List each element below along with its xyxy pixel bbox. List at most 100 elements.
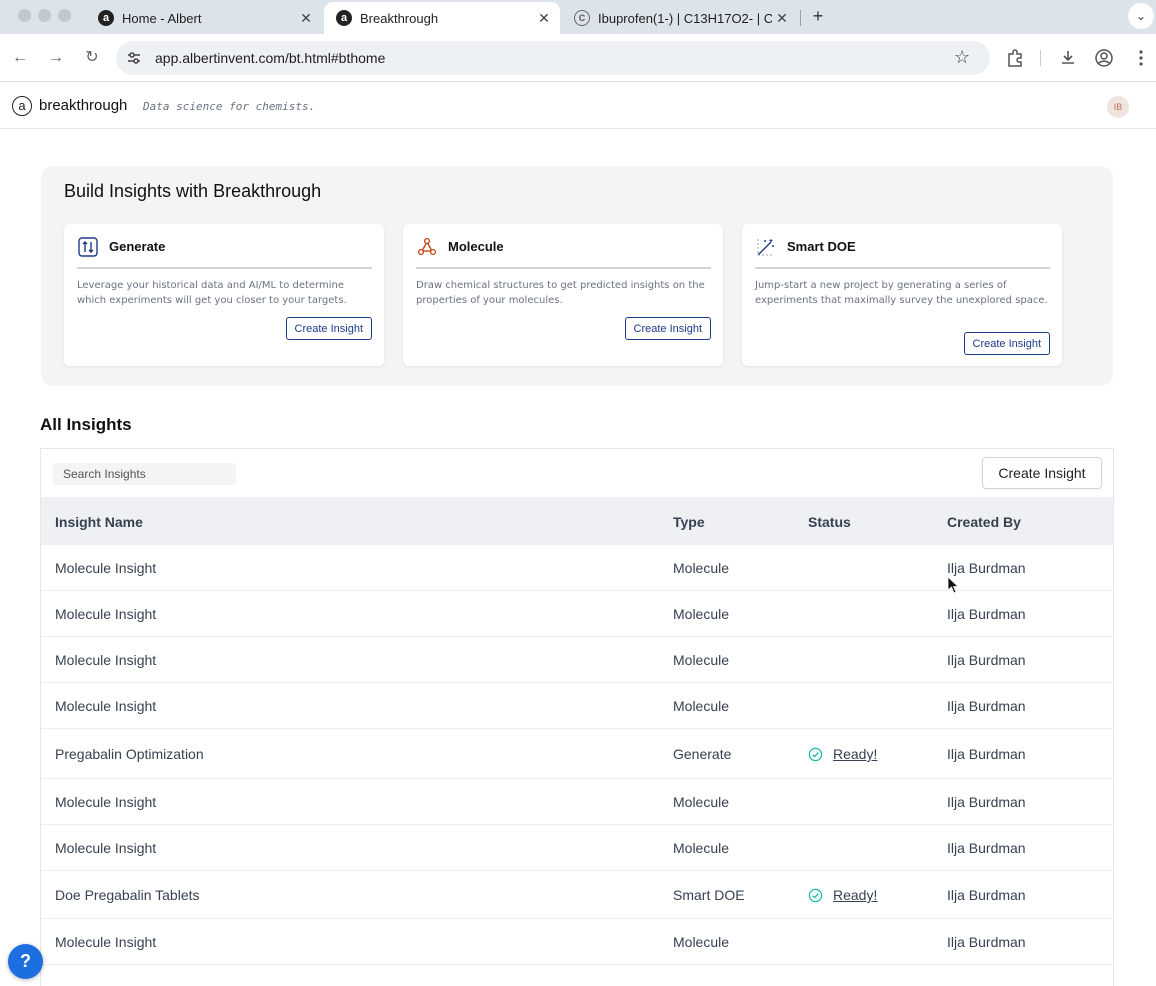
toolbar-divider (1040, 50, 1041, 66)
molecule-create-insight-button[interactable]: Create Insight (624, 317, 711, 340)
smart-doe-create-insight-button[interactable]: Create Insight (963, 332, 1050, 355)
created-by-cell: Ilja Burdman (947, 840, 1026, 856)
table-row[interactable]: Molecule Insight Molecule Ilja Burdman (41, 683, 1113, 729)
generate-icon (78, 237, 98, 257)
forward-arrow-icon[interactable]: → (44, 46, 68, 70)
created-by-cell: Ilja Burdman (947, 794, 1026, 810)
card-title: Molecule (448, 239, 504, 254)
site-settings-icon[interactable] (126, 50, 142, 66)
column-header-type[interactable]: Type (673, 514, 705, 530)
insight-name-cell[interactable]: Pregabalin Optimization (55, 746, 204, 762)
search-input[interactable] (53, 463, 236, 485)
insight-type-cell: Generate (673, 746, 732, 762)
insight-type-cell: Molecule (673, 560, 730, 576)
build-insights-title: Build Insights with Breakthrough (64, 181, 322, 201)
created-by-cell: Ilja Burdman (947, 934, 1026, 950)
reload-icon[interactable]: ↻ (80, 46, 104, 70)
created-by-cell: Ilja Burdman (947, 606, 1026, 622)
build-insights-panel: Build Insights with Breakthrough Generat… (41, 166, 1113, 386)
generate-create-insight-button[interactable]: Create Insight (285, 317, 372, 340)
card-title: Generate (109, 239, 166, 254)
table-row[interactable]: Molecule Insight Molecule Ilja Burdman (41, 825, 1113, 871)
insight-type-cell: Molecule (673, 840, 730, 856)
card-header: Molecule (416, 237, 711, 269)
albert-a-icon: a (98, 10, 114, 26)
browser-tab-breakthrough[interactable]: a Breakthrough ✕ (324, 2, 560, 34)
table-row[interactable]: Molecule Insight Molecule Ilja Burdman (41, 591, 1113, 637)
insight-name-cell[interactable]: Molecule Insight (55, 606, 156, 622)
card-title: Smart DOE (787, 239, 856, 254)
tab-title: Home - Albert (122, 10, 202, 26)
insight-name-cell[interactable]: Molecule Insight (55, 840, 156, 856)
window-minimize-button[interactable] (38, 9, 51, 22)
check-circle-icon (808, 747, 823, 762)
new-tab-button[interactable]: + (808, 4, 828, 28)
insight-name-cell[interactable]: Molecule Insight (55, 794, 156, 810)
address-bar[interactable]: app.albertinvent.com/bt.html#bthome ☆ (116, 41, 990, 75)
column-header-insight-name[interactable]: Insight Name (55, 514, 143, 530)
insight-name-cell[interactable]: Molecule Insight (55, 560, 156, 576)
more-menu-icon[interactable] (1131, 48, 1151, 68)
breakthrough-logo-icon[interactable]: a (12, 96, 32, 116)
check-circle-icon (808, 888, 823, 903)
insight-name-cell[interactable]: Molecule Insight (55, 652, 156, 668)
user-avatar[interactable]: IB (1107, 96, 1129, 118)
created-by-cell: Ilja Burdman (947, 652, 1026, 668)
insight-type-cell: Molecule (673, 652, 730, 668)
table-header: Insight Name Type Status Created By (41, 497, 1113, 545)
create-insight-button[interactable]: Create Insight (982, 457, 1102, 489)
brand-name[interactable]: breakthrough (39, 97, 127, 114)
created-by-cell: Ilja Burdman (947, 887, 1026, 903)
insights-table: Create Insight Insight Name Type Status … (40, 448, 1114, 986)
card-description: Leverage your historical data and AI/ML … (77, 280, 347, 306)
tab-title: Ibuprofen(1-) | C13H17O2- | C (598, 10, 772, 26)
created-by-cell: Ilja Burdman (947, 698, 1026, 714)
bookmark-star-icon[interactable]: ☆ (954, 47, 970, 68)
close-icon[interactable]: ✕ (296, 10, 316, 27)
close-icon[interactable]: ✕ (534, 10, 554, 27)
tab-divider (800, 10, 801, 26)
browser-tab-strip: a Home - Albert ✕ a Breakthrough ✕ C Ibu… (0, 0, 1156, 34)
insight-name-cell[interactable]: Doe Pregabalin Tablets (55, 887, 200, 903)
profile-icon[interactable] (1094, 48, 1114, 68)
card-description: Draw chemical structures to get predicte… (416, 280, 705, 306)
table-row[interactable]: Pregabalin Optimization Generate Ready! Ilj… (41, 729, 1113, 779)
app-header: a breakthrough Data science for chemists… (0, 83, 1156, 129)
status-ready-link[interactable]: Ready! (833, 746, 877, 762)
albert-a-icon: a (336, 10, 352, 26)
tab-search-button[interactable]: ⌄ (1128, 3, 1154, 29)
browser-tab-home[interactable]: a Home - Albert ✕ (86, 2, 322, 34)
created-by-cell: Ilja Burdman (947, 560, 1026, 576)
card-header: Smart DOE (755, 237, 1050, 269)
extensions-puzzle-icon[interactable] (1005, 48, 1025, 68)
browser-tab-ibuprofen[interactable]: C Ibuprofen(1-) | C13H17O2- | C ✕ (562, 2, 798, 34)
back-arrow-icon[interactable]: ← (8, 46, 32, 70)
insight-type-cell: Molecule (673, 794, 730, 810)
window-zoom-button[interactable] (58, 9, 71, 22)
table-row[interactable]: Molecule Insight Molecule Ilja Burdman (41, 637, 1113, 683)
all-insights-title: All Insights (40, 415, 132, 434)
insight-name-cell[interactable]: Molecule Insight (55, 934, 156, 950)
column-header-status[interactable]: Status (808, 514, 851, 530)
table-row[interactable]: Molecule Insight Molecule Ilja Burdman (41, 919, 1113, 965)
mouse-pointer-icon (947, 576, 959, 594)
insight-name-cell[interactable]: Molecule Insight (55, 698, 156, 714)
window-close-button[interactable] (18, 9, 31, 22)
url-text: app.albertinvent.com/bt.html#bthome (155, 50, 386, 66)
download-icon[interactable] (1058, 48, 1078, 68)
table-row[interactable]: Doe Pregabalin Tablets Smart DOE Ready! Ilj… (41, 871, 1113, 919)
created-by-cell: Ilja Burdman (947, 746, 1026, 762)
insight-type-cell: Molecule (673, 606, 730, 622)
insight-type-cell: Molecule (673, 934, 730, 950)
insight-type-cell: Smart DOE (673, 887, 745, 903)
insight-type-cell: Molecule (673, 698, 730, 714)
help-button[interactable]: ? (8, 944, 43, 979)
card-description: Jump-start a new project by generating a… (755, 280, 1048, 306)
status-ready-link[interactable]: Ready! (833, 887, 877, 903)
column-header-created-by[interactable]: Created By (947, 514, 1021, 530)
main-content: Build Insights with Breakthrough Generat… (0, 130, 1156, 986)
smart-doe-icon (757, 239, 774, 256)
molecule-icon (417, 237, 437, 256)
table-row[interactable]: Molecule Insight Molecule Ilja Burdman (41, 779, 1113, 825)
close-icon[interactable]: ✕ (772, 10, 792, 27)
